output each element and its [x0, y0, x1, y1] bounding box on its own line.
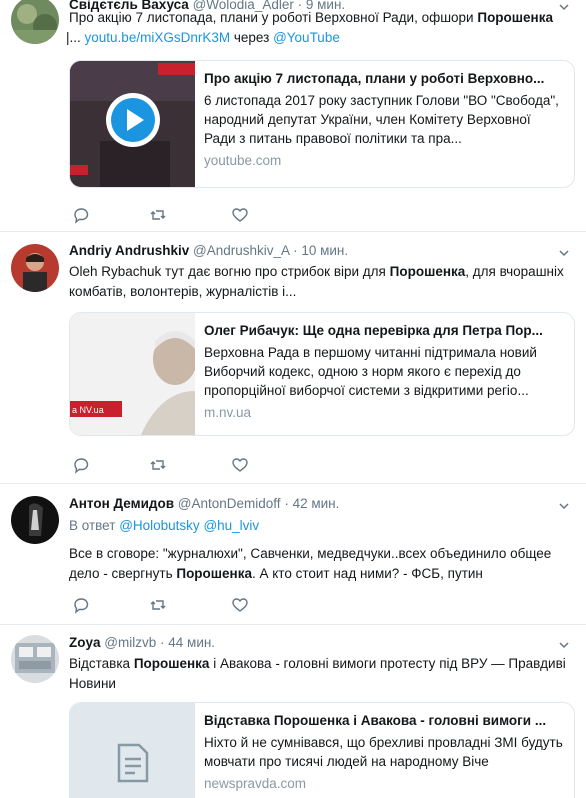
tweet-text: Oleh Rybachuk тут дає вогню про стрибок …	[69, 264, 564, 299]
like-icon[interactable]	[231, 206, 251, 226]
reply-icon[interactable]	[72, 456, 92, 476]
tweet-time[interactable]: 42 мин.	[293, 496, 340, 511]
reply-icon[interactable]	[72, 206, 92, 226]
card-description: Верховна Рада в першому читанні підтрима…	[204, 345, 537, 398]
tweet-text: Відставка Порошенка і Авакова - головні …	[69, 656, 566, 691]
user-name[interactable]: Andriy Andrushkiv	[69, 243, 189, 258]
play-icon[interactable]	[106, 93, 160, 147]
avatar[interactable]	[11, 496, 59, 544]
highlight-term: Порошенка	[389, 264, 466, 279]
tweet-header: Andriy Andrushkiv @Andrushkiv_A · 10 мин…	[69, 243, 349, 258]
tweet-header: Антон Демидов @AntonDemidoff · 42 мин.	[69, 496, 340, 511]
tweet-time[interactable]: 10 мин.	[301, 243, 348, 258]
user-name[interactable]: Zoya	[69, 635, 101, 650]
user-handle[interactable]: @milzvb	[104, 635, 156, 650]
tweet-link[interactable]: youtu.be/miXGsDnrK3M	[85, 30, 231, 45]
card-thumbnail: a NV.ua	[70, 313, 195, 435]
tweet[interactable]: Свідєтєль Вахуса @Wolodia_Adler · 9 мин.…	[0, 0, 586, 232]
like-icon[interactable]	[231, 596, 251, 616]
tweet-header: Zoya @milzvb · 44 мин.	[69, 635, 216, 650]
card-title: Відставка Порошенка і Авакова - головні …	[204, 713, 547, 728]
mention-link[interactable]: @Holobutsky	[119, 518, 200, 533]
user-handle[interactable]: @AntonDemidoff	[178, 496, 281, 511]
highlight-term: Порошенка	[133, 656, 210, 671]
tweet-time[interactable]: 44 мин.	[168, 635, 215, 650]
tweet-text: Все в сговоре: "журналюхи", Савченки, ме…	[69, 546, 552, 581]
card-domain: youtube.com	[204, 153, 282, 168]
avatar[interactable]	[11, 0, 59, 44]
highlight-term: Порошенка	[477, 10, 553, 25]
link-card[interactable]: Про акцію 7 листопада, плани у роботі Ве…	[69, 60, 575, 188]
tweet[interactable]: Zoya @milzvb · 44 мин. Відставка Порошен…	[0, 626, 586, 798]
retweet-icon[interactable]	[149, 596, 169, 616]
tweet[interactable]: Andriy Andrushkiv @Andrushkiv_A · 10 мин…	[0, 232, 586, 484]
caret-down-icon[interactable]	[558, 638, 570, 650]
caret-down-icon[interactable]	[558, 246, 570, 258]
retweet-icon[interactable]	[149, 456, 169, 476]
like-icon[interactable]	[231, 456, 251, 476]
mention-link[interactable]: @YouTube	[273, 30, 340, 45]
card-title: Про акцію 7 листопада, плани у роботі Ве…	[204, 71, 545, 86]
link-card[interactable]: a NV.ua Олег Рибачук: Ще одна перевірка …	[69, 312, 575, 436]
user-handle[interactable]: @Andrushkiv_A	[193, 243, 289, 258]
card-title: Олег Рибачук: Ще одна перевірка для Петр…	[204, 323, 543, 338]
reply-context: В ответ @Holobutsky @hu_lviv	[69, 518, 260, 533]
card-domain: newspravda.com	[204, 776, 307, 791]
reply-icon[interactable]	[72, 596, 92, 616]
document-icon	[115, 743, 151, 788]
card-thumbnail	[70, 703, 195, 798]
avatar[interactable]	[11, 244, 59, 292]
user-name[interactable]: Антон Демидов	[69, 496, 174, 511]
card-domain: m.nv.ua	[204, 405, 252, 420]
tweet-text: Про акцію 7 листопада, плани у роботі Ве…	[66, 10, 553, 45]
retweet-icon[interactable]	[149, 206, 169, 226]
caret-down-icon[interactable]	[558, 499, 570, 511]
link-card[interactable]: Відставка Порошенка і Авакова - головні …	[69, 702, 575, 798]
card-description: 6 листопада 2017 року заступник Голови "…	[204, 93, 559, 146]
tweet[interactable]: Антон Демидов @AntonDemidoff · 42 мин. В…	[0, 485, 586, 625]
mention-link[interactable]: @hu_lviv	[203, 518, 259, 533]
thumbnail-label: a NV.ua	[72, 405, 104, 415]
card-description: Ніхто й не сумнівався, що брехливі провл…	[204, 735, 563, 769]
highlight-term: Порошенка	[176, 566, 252, 581]
avatar[interactable]	[11, 635, 59, 683]
